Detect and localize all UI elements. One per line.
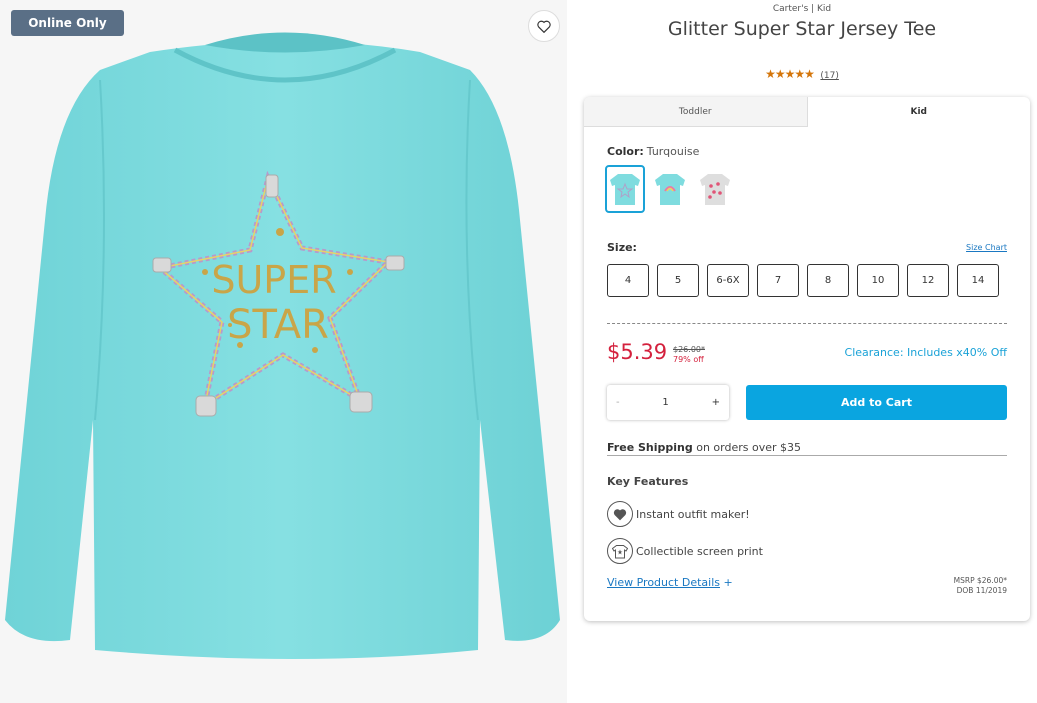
shipping-threshold: on orders over $35	[696, 441, 802, 454]
color-label-text: Color:	[607, 145, 644, 158]
swatch-heather-hearts[interactable]	[695, 165, 735, 213]
heart-badge-icon	[607, 501, 633, 527]
color-swatches	[605, 165, 735, 213]
heart-icon	[537, 20, 551, 33]
key-features-title: Key Features	[607, 475, 689, 488]
msrp-line: MSRP $26.00*	[953, 576, 1007, 585]
size-option-7[interactable]: 7	[757, 264, 799, 297]
view-product-details-link[interactable]: View Product Details +	[607, 576, 733, 589]
sale-price: $5.39	[607, 340, 668, 364]
size-label: Size:	[607, 241, 637, 254]
quantity-decrease-button[interactable]: -	[616, 397, 620, 408]
divider	[607, 455, 1007, 456]
size-option-8[interactable]: 8	[807, 264, 849, 297]
tshirt-star-icon	[607, 538, 633, 564]
quantity-stepper: - 1 +	[607, 385, 729, 420]
clearance-note: Clearance: Includes x40% Off	[844, 346, 1007, 359]
free-shipping-label: Free Shipping	[607, 441, 693, 454]
key-feature-item: Collectible screen print	[607, 538, 763, 564]
percent-off: 79% off	[673, 355, 704, 364]
favorite-button[interactable]	[528, 10, 560, 42]
review-count-link[interactable]: (17)	[820, 71, 838, 81]
size-option-12[interactable]: 12	[907, 264, 949, 297]
brand-line: Carter's | Kid	[772, 4, 832, 14]
quantity-increase-button[interactable]: +	[712, 397, 720, 408]
rating: ★★★★★ (17)	[567, 67, 1037, 81]
size-option-6-6x[interactable]: 6-6X	[707, 264, 749, 297]
purchase-card: Toddler Kid Color: Turqouise Size: Size C…	[584, 97, 1030, 621]
size-options: 4 5 6-6X 7 8 10 12 14	[607, 264, 999, 297]
tab-toddler[interactable]: Toddler	[584, 97, 808, 127]
color-label: Color: Turqouise	[607, 145, 699, 158]
key-feature-item: Instant outfit maker!	[607, 501, 750, 527]
size-chart-link[interactable]: Size Chart	[966, 243, 1007, 252]
product-image[interactable]: SUPER STAR	[0, 0, 567, 703]
online-only-badge: Online Only	[11, 10, 124, 36]
graphic-text-star: STAR	[227, 302, 329, 348]
key-feature-text: Instant outfit maker!	[636, 507, 750, 521]
color-value: Turqouise	[646, 145, 700, 158]
add-to-cart-button[interactable]: Add to Cart	[746, 385, 1007, 420]
size-option-4[interactable]: 4	[607, 264, 649, 297]
msrp-info: MSRP $26.00* DOB 11/2019	[954, 576, 1007, 596]
expand-plus-icon[interactable]: +	[724, 576, 733, 589]
size-option-5[interactable]: 5	[657, 264, 699, 297]
original-price: $26.00*	[673, 345, 705, 354]
tab-kid[interactable]: Kid	[808, 97, 1031, 127]
shirt-thumbnail-icon	[610, 174, 640, 205]
shirt-thumbnail-icon	[655, 174, 685, 205]
size-option-14[interactable]: 14	[957, 264, 999, 297]
key-feature-text: Collectible screen print	[636, 544, 763, 558]
age-tabs: Toddler Kid	[584, 97, 1030, 127]
product-image-panel: SUPER STAR Online Only	[0, 0, 567, 703]
swatch-turquoise-star[interactable]	[605, 165, 645, 213]
star-rating-icon: ★★★★★	[765, 67, 815, 81]
view-product-details-text[interactable]: View Product Details	[607, 576, 720, 589]
product-title: Glitter Super Star Jersey Tee	[667, 18, 937, 40]
graphic-text-super: SUPER	[211, 258, 336, 302]
divider	[607, 323, 1007, 324]
shirt-thumbnail-icon	[700, 174, 730, 205]
swatch-turquoise-rainbow[interactable]	[650, 165, 690, 213]
dob-line: DOB 11/2019	[956, 586, 1007, 595]
size-label-text: Size:	[607, 241, 637, 254]
quantity-value[interactable]: 1	[662, 397, 668, 408]
shipping-note: Free Shipping on orders over $35	[607, 441, 801, 454]
size-option-10[interactable]: 10	[857, 264, 899, 297]
